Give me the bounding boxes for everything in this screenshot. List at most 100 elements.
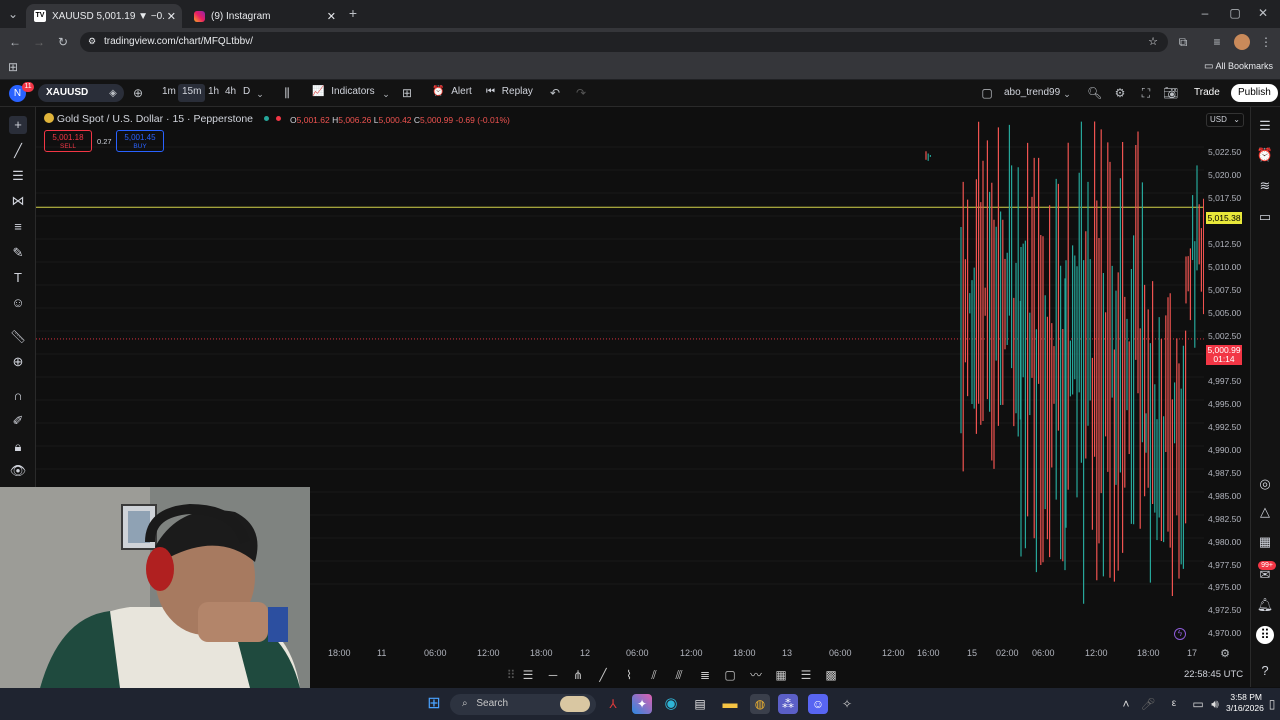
window-close-icon[interactable]: ✕ [1256,6,1270,20]
drag-handle-icon[interactable]: ⠿ [503,667,519,683]
path-icon[interactable]: ⌇ [621,667,637,683]
long-position-icon[interactable]: ▦ [773,667,789,683]
patterns-icon[interactable]: ⋈ [9,192,27,210]
utc-clock[interactable]: 22:58:45 UTC [1184,669,1243,680]
taskbar-search[interactable]: ⌕ Search [450,694,596,715]
teams-icon[interactable]: ⁂ [778,694,798,714]
reload-icon[interactable]: ↻ [56,35,70,49]
stay-drawing-icon[interactable]: ✐ [9,412,27,430]
discord-icon[interactable]: ☺ [808,694,828,714]
all-bookmarks[interactable]: ▭ All Bookmarks [1204,61,1273,72]
camera-icon[interactable]: 📷︎ [1163,86,1178,100]
chat-icon[interactable]: ▭ [1256,208,1274,226]
bell-icon[interactable]: 🔔︎ [1256,596,1274,614]
url-field[interactable]: ⚙ tradingview.com/chart/MFQLtbbv/ ☆ [80,32,1168,52]
timeframe-d[interactable]: D [239,84,254,102]
apps-grid-icon[interactable]: ⠿ [1256,626,1274,644]
copilot-icon[interactable]: ✦ [632,694,652,714]
site-info-icon[interactable]: ⚙ [88,36,96,47]
object-tree-icon[interactable]: ≋ [1256,177,1274,195]
quick-search-icon[interactable]: 🔍︎ [1087,86,1102,100]
layouts-icon[interactable]: ⊞ [400,86,414,100]
file-icon[interactable]: ▤ [690,694,710,714]
app-extra-icon[interactable]: ✧ [837,694,857,714]
crosshair-icon[interactable]: + [9,116,27,134]
extensions-icon[interactable]: ⧉ [1176,35,1190,49]
publish-button[interactable]: Publish [1231,84,1278,102]
axis-settings-icon[interactable]: ⚙ [1218,647,1232,661]
text-icon[interactable]: T [9,269,27,287]
volume-icon[interactable]: 🔊︎ [1205,694,1225,714]
chrome-icon[interactable]: ◍ [750,694,770,714]
undo-icon[interactable]: ↶ [548,86,562,100]
zoom-icon[interactable]: ⊕ [9,353,27,371]
tab-search-icon[interactable]: ⌄ [6,7,20,21]
add-symbol-icon[interactable]: ⊕ [131,86,145,100]
magnet-icon[interactable]: ∩ [9,387,27,405]
maximize-icon[interactable]: ▢ [1228,6,1242,20]
replay-button[interactable]: ⏮ Replay [486,86,533,97]
ideas-icon[interactable]: △ [1256,503,1274,521]
lightning-icon[interactable]: ϟ [1174,628,1186,640]
calendar-icon[interactable]: ▦ [1256,533,1274,551]
help-icon[interactable]: ? [1256,662,1274,680]
reading-list-icon[interactable]: ≡ [1210,35,1224,49]
rectangle-icon[interactable]: ▢ [722,667,738,683]
lock-icon[interactable]: 🔒︎ [9,438,27,456]
pitchfork-icon[interactable]: ⋔ [570,667,586,683]
timeframe-4h[interactable]: 4h [221,84,240,102]
forward-icon[interactable]: → [32,35,46,49]
sell-button[interactable]: 5,001.18 SELL [44,130,92,152]
fib-retracement-icon[interactable]: ≣ [697,667,713,683]
minimize-icon[interactable]: – [1198,6,1212,20]
parallel-channel-icon[interactable]: ⫽ [646,667,662,683]
timeframe-1m[interactable]: 1m [158,84,180,102]
back-icon[interactable]: ← [8,35,22,49]
app-red-icon[interactable]: ⅄ [603,694,623,714]
forecast-icon[interactable]: ≡ [9,218,27,236]
grid-icon[interactable]: ▩ [823,667,839,683]
windows-start-icon[interactable]: ⊞ [424,694,444,714]
new-tab-icon[interactable]: + [346,6,360,20]
timeframe-15m[interactable]: 15m [178,84,206,102]
clock[interactable]: 3:58 PM 3/16/2026 [1226,692,1264,714]
eye-icon[interactable]: 👁︎ [9,462,27,480]
tab-instagram[interactable]: (9) Instagram ✕ [186,4,342,28]
settings-icon[interactable]: ⚙ [1113,86,1127,100]
apps-icon[interactable]: ⊞ [6,60,20,74]
chevron-down-icon[interactable]: ⌄ [381,87,391,101]
candle-type-icon[interactable]: ⫼ [280,86,294,100]
edge-icon[interactable]: ◉ [661,694,681,714]
polyline-icon[interactable]: 〰 [748,667,764,683]
fib-icon[interactable]: ☰ [9,167,27,185]
layout-square-icon[interactable]: ▢ [980,86,994,100]
language-icon[interactable]: ε [1164,694,1184,714]
trendline-icon[interactable]: ╱ [595,667,611,683]
brush-icon[interactable]: ✎ [9,244,27,262]
emoji-icon[interactable]: ☺ [9,294,27,312]
tray-chevron-icon[interactable]: ˄ [1116,694,1136,714]
trendline-icon[interactable]: ╱ [9,142,27,160]
star-icon[interactable]: ☆ [1148,35,1158,48]
horizontal-ray-icon[interactable]: ☰ [520,667,536,683]
horizontal-line-icon[interactable]: ─ [545,667,561,683]
file-explorer-icon[interactable]: ▬ [720,694,740,714]
regression-icon[interactable]: ⫻ [671,667,687,683]
chevron-down-icon[interactable]: ⌄ [1062,87,1072,101]
target-icon[interactable]: ◎ [1256,475,1274,493]
close-icon[interactable]: ✕ [167,10,176,23]
alerts-icon[interactable]: ⏰ [1256,146,1274,164]
currency-select[interactable]: USD ⌄ [1206,113,1244,127]
compare-icon[interactable]: ◈ [107,87,119,101]
fullscreen-icon[interactable]: ⛶ [1139,86,1153,100]
watchlist-icon[interactable]: ☰ [1256,117,1274,135]
redo-icon[interactable]: ↷ [574,86,588,100]
ruler-icon[interactable]: 📏︎ [9,328,27,346]
layout-name[interactable]: abo_trend99 [1004,87,1060,98]
indicators-button[interactable]: 📈 Indicators [312,86,375,97]
close-icon[interactable]: ✕ [327,10,336,23]
ranges-icon[interactable]: ☰ [798,667,814,683]
buy-button[interactable]: 5,001.45 BUY [116,130,164,152]
notification-center-icon[interactable]: ▯ [1262,694,1280,714]
profile-avatar[interactable] [1234,34,1250,50]
